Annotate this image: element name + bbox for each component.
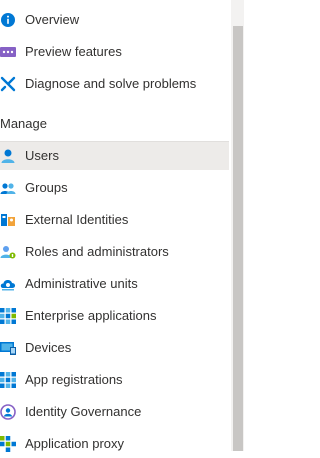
scrollbar-thumb[interactable] [233, 26, 243, 451]
menu-item-enterprise-applications[interactable]: Enterprise applications [0, 302, 229, 330]
menu-item-app-registrations[interactable]: App registrations [0, 366, 229, 394]
menu-item-label: Roles and administrators [25, 244, 169, 259]
menu-item-roles-administrators[interactable]: Roles and administrators [0, 238, 229, 266]
enterprise-apps-icon [0, 308, 16, 324]
menu-item-label: External Identities [25, 212, 129, 227]
user-icon [0, 148, 16, 164]
identity-governance-icon [0, 404, 16, 420]
menu-item-label: Administrative units [25, 276, 138, 291]
menu-item-label: Preview features [25, 44, 122, 59]
menu-item-label: Devices [25, 340, 72, 355]
menu-item-label: Application proxy [25, 436, 124, 451]
menu-item-label: Enterprise applications [25, 308, 157, 323]
menu-item-label: Groups [25, 180, 68, 195]
menu-item-users[interactable]: Users [0, 142, 229, 170]
wrench-icon [0, 76, 16, 92]
menu-item-label: Identity Governance [25, 404, 142, 419]
app-registrations-icon [0, 372, 16, 388]
menu-item-devices[interactable]: Devices [0, 334, 229, 362]
info-icon [0, 12, 16, 28]
devices-icon [0, 340, 16, 356]
menu-item-label: Overview [25, 12, 80, 27]
menu-item-application-proxy[interactable]: Application proxy [0, 430, 229, 458]
administrative-units-icon [0, 276, 16, 292]
navigation-menu: Overview Preview features Diagnose and s… [0, 0, 229, 452]
menu-item-external-identities[interactable]: External Identities [0, 206, 229, 234]
preview-features-icon [0, 44, 16, 60]
menu-item-identity-governance[interactable]: Identity Governance [0, 398, 229, 426]
menu-item-groups[interactable]: Groups [0, 174, 229, 202]
menu-item-label: App registrations [25, 372, 123, 387]
menu-item-label: Diagnose and solve problems [25, 76, 197, 91]
application-proxy-icon [0, 436, 16, 452]
menu-item-overview[interactable]: Overview [0, 6, 229, 34]
groups-icon [0, 180, 16, 196]
menu-item-diagnose[interactable]: Diagnose and solve problems [0, 70, 229, 98]
menu-item-administrative-units[interactable]: Administrative units [0, 270, 229, 298]
menu-item-preview-features[interactable]: Preview features [0, 38, 229, 66]
section-header-manage: Manage [0, 116, 47, 131]
roles-icon [0, 244, 16, 260]
menu-item-label: Users [25, 148, 59, 163]
external-identities-icon [0, 212, 16, 228]
